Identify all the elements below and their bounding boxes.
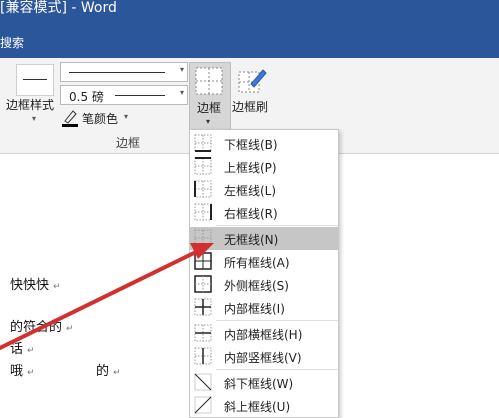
menu-item-outside-borders[interactable]: 外侧框线(S) (190, 273, 338, 296)
chevron-down-icon: ▾ (32, 114, 37, 123)
document-line[interactable]: 的 ↵ (96, 360, 121, 379)
pen-color-button[interactable]: 笔颜色 ▾ (60, 108, 150, 128)
borders-button[interactable]: 边框 ▾ (189, 62, 231, 132)
menu-item-diagonal-up-border[interactable]: 斜上框线(U) (190, 394, 338, 417)
borders-icon (195, 67, 223, 95)
line-style-select[interactable]: ▾ (60, 62, 188, 82)
title-bar: [兼容模式] - Word (0, 0, 499, 28)
menu-item-inside-borders[interactable]: 内部框线(I) (190, 296, 338, 319)
border-painter-icon (238, 69, 267, 93)
menu-separator (216, 225, 338, 226)
inside-horizontal-border-icon (194, 324, 212, 342)
search-tab[interactable]: 搜索 (0, 34, 24, 51)
borders-dropdown-menu: 下框线(B) 上框线(P) 左框线(L) 右框线(R) 无框线(N) 所有框线(… (189, 129, 339, 418)
paragraph-mark-icon: ↵ (27, 346, 35, 356)
menu-separator (216, 320, 338, 321)
window-title: [兼容模式] - Word (0, 0, 117, 16)
left-border-icon (194, 180, 212, 198)
paragraph-mark-icon: ↵ (113, 368, 121, 378)
bottom-border-icon (194, 134, 212, 152)
menu-item-right-border[interactable]: 右框线(R) (190, 201, 338, 224)
top-border-icon (194, 157, 212, 175)
all-borders-icon (194, 252, 212, 270)
diagonal-down-border-icon (194, 373, 212, 391)
inside-borders-icon (194, 298, 212, 316)
pen-icon (62, 110, 78, 127)
group-label-borders: 边框 (116, 136, 141, 150)
pen-color-label: 笔颜色 (82, 112, 119, 126)
menu-item-bottom-border[interactable]: 下框线(B) (190, 132, 338, 155)
diagonal-up-border-icon (194, 396, 212, 414)
chevron-down-icon[interactable]: ▾ (180, 88, 184, 97)
pen-weight-select[interactable]: 0.5 磅 ▾ (60, 85, 188, 105)
pen-weight-value: 0.5 磅 (69, 90, 104, 104)
border-painter-button[interactable]: 边框刷 (232, 62, 276, 122)
paragraph-mark-icon: ↵ (27, 368, 35, 378)
no-border-icon (194, 229, 212, 247)
chevron-down-icon[interactable]: ▾ (206, 117, 210, 126)
border-style-button[interactable]: 边框样式 ▾ (6, 62, 60, 132)
border-style-icon (16, 64, 54, 96)
document-line[interactable]: 的符合的 ↵ (10, 316, 74, 335)
document-line[interactable]: 话 ↵ (10, 338, 35, 357)
chevron-down-icon[interactable]: ▾ (124, 112, 128, 121)
menu-item-left-border[interactable]: 左框线(L) (190, 178, 338, 201)
tab-bar: 搜索 (0, 28, 499, 58)
line-sample (69, 72, 165, 73)
borders-label: 边框 (197, 101, 222, 115)
menu-item-all-borders[interactable]: 所有框线(A) (190, 250, 338, 273)
menu-item-top-border[interactable]: 上框线(P) (190, 155, 338, 178)
right-border-icon (194, 203, 212, 221)
menu-separator (216, 369, 338, 370)
weight-line-sample (115, 95, 165, 96)
document-line[interactable]: 快快快 ↵ (10, 274, 61, 293)
chevron-down-icon[interactable]: ▾ (180, 65, 184, 74)
paragraph-mark-icon: ↵ (66, 324, 74, 334)
border-painter-label: 边框刷 (232, 100, 269, 114)
outside-borders-icon (194, 275, 212, 293)
menu-item-inside-vertical-border[interactable]: 内部竖框线(V) (190, 345, 338, 368)
paragraph-mark-icon: ↵ (53, 282, 61, 292)
menu-item-inside-horizontal-border[interactable]: 内部横框线(H) (190, 322, 338, 345)
menu-item-no-border[interactable]: 无框线(N) (190, 227, 338, 250)
menu-item-diagonal-down-border[interactable]: 斜下框线(W) (190, 371, 338, 394)
border-style-label: 边框样式 (6, 98, 55, 112)
inside-vertical-border-icon (194, 347, 212, 365)
document-line[interactable]: 哦 ↵ (10, 360, 35, 379)
